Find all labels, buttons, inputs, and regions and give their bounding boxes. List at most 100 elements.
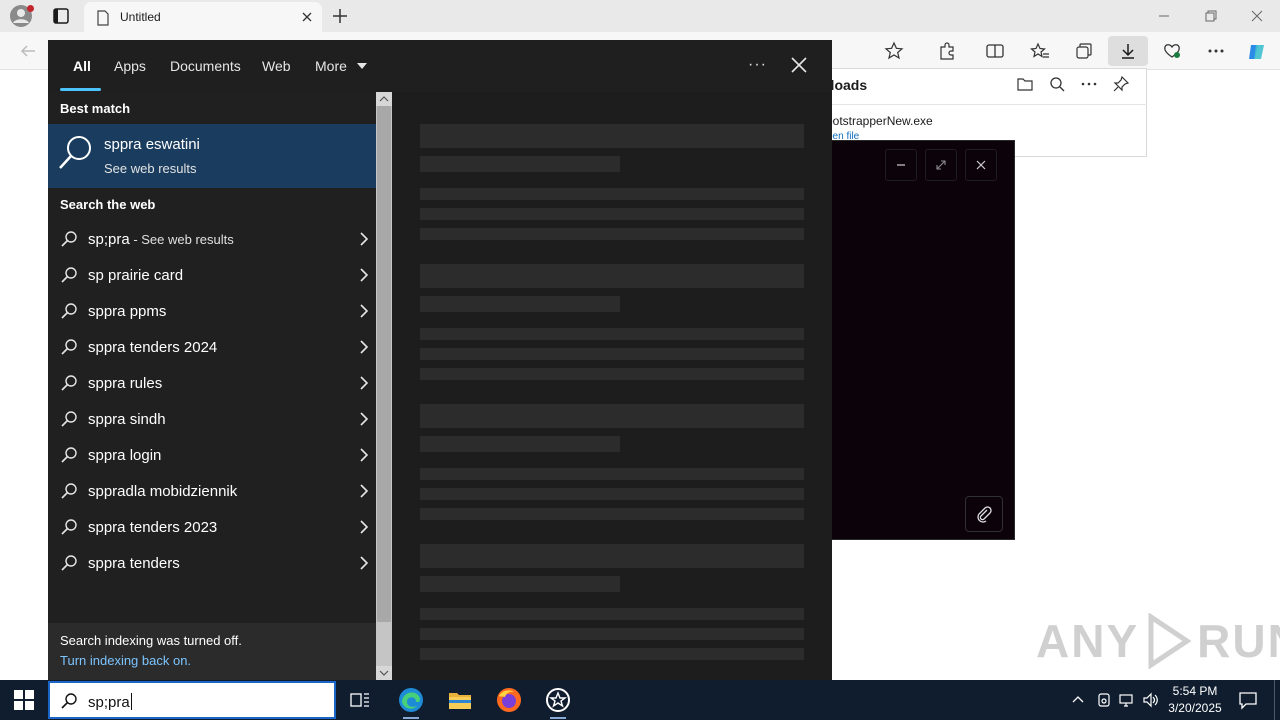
skeleton-line bbox=[420, 628, 804, 640]
volume-icon[interactable] bbox=[1142, 692, 1160, 708]
results-scrollbar[interactable] bbox=[376, 92, 392, 680]
web-suggestion-row[interactable]: sppra tenders bbox=[48, 545, 376, 581]
skeleton-line bbox=[420, 488, 804, 500]
chevron-right-icon[interactable] bbox=[359, 340, 369, 354]
skeleton-block bbox=[420, 124, 804, 148]
tab-documents[interactable]: Documents bbox=[170, 58, 241, 74]
tab-more-label: More bbox=[315, 58, 347, 74]
window-close-icon[interactable] bbox=[1249, 8, 1265, 24]
downloads-button[interactable] bbox=[1108, 36, 1148, 66]
web-suggestion-label: sppra tenders 2023 bbox=[88, 519, 218, 536]
turn-indexing-on-link[interactable]: Turn indexing back on. bbox=[60, 653, 191, 668]
chevron-right-icon[interactable] bbox=[359, 376, 369, 390]
restore-icon[interactable] bbox=[1203, 8, 1219, 24]
search-icon bbox=[60, 302, 78, 320]
web-suggestion-row[interactable]: sppra tenders 2024 bbox=[48, 329, 376, 365]
dark-app-window bbox=[832, 140, 1015, 540]
downloads-search-icon[interactable] bbox=[1048, 75, 1066, 93]
taskbar-search-box[interactable]: sp;pra bbox=[48, 681, 336, 719]
popup-expand-icon[interactable] bbox=[925, 149, 957, 181]
extensions-icon[interactable] bbox=[937, 41, 957, 61]
best-match-title: sppra eswatini bbox=[104, 136, 200, 153]
scroll-down-arrow-icon[interactable] bbox=[376, 666, 392, 680]
skeleton-line bbox=[420, 508, 804, 520]
preview-pane-loading bbox=[392, 92, 832, 680]
file-explorer-icon[interactable] bbox=[438, 680, 482, 720]
search-query-text: sp;pra bbox=[88, 694, 130, 711]
attachment-icon[interactable] bbox=[965, 496, 1003, 532]
scrollbar-thumb[interactable] bbox=[377, 106, 391, 622]
search-icon bbox=[60, 338, 78, 356]
system-clock[interactable]: 5:54 PM 3/20/2025 bbox=[1160, 683, 1230, 717]
network-icon[interactable] bbox=[1119, 692, 1135, 708]
best-match-item[interactable]: sppra eswatini See web results bbox=[48, 124, 376, 188]
tab-more[interactable]: More bbox=[315, 58, 367, 74]
firefox-icon[interactable] bbox=[487, 680, 531, 720]
tab-actions-icon[interactable] bbox=[48, 4, 74, 28]
chevron-right-icon[interactable] bbox=[359, 232, 369, 246]
show-desktop-button[interactable] bbox=[1274, 680, 1275, 720]
split-screen-icon[interactable] bbox=[985, 41, 1005, 61]
web-suggestion-label: sppra ppms bbox=[88, 303, 167, 320]
browser-essentials-icon[interactable] bbox=[1162, 41, 1182, 61]
downloads-more-icon[interactable] bbox=[1080, 75, 1098, 93]
skeleton-line bbox=[420, 468, 804, 480]
chevron-right-icon[interactable] bbox=[359, 304, 369, 318]
task-view-icon[interactable] bbox=[338, 680, 382, 720]
back-arrow-icon[interactable] bbox=[18, 41, 38, 61]
chevron-right-icon[interactable] bbox=[359, 268, 369, 282]
clock-time: 5:54 PM bbox=[1172, 684, 1218, 698]
favorite-star-icon[interactable] bbox=[884, 41, 904, 61]
web-suggestion-label: sp prairie card bbox=[88, 267, 184, 284]
search-options-icon[interactable]: ··· bbox=[748, 56, 767, 74]
download-icon bbox=[1122, 44, 1134, 59]
pin-icon[interactable] bbox=[1112, 75, 1130, 93]
chevron-right-icon[interactable] bbox=[359, 484, 369, 498]
anyrun-app-icon[interactable] bbox=[536, 680, 580, 720]
taskbar-search-input[interactable]: sp;pra bbox=[88, 693, 132, 711]
popup-minimize-icon[interactable] bbox=[885, 149, 917, 181]
device-tray-icon[interactable] bbox=[1096, 692, 1112, 708]
scroll-up-arrow-icon[interactable] bbox=[376, 92, 392, 106]
tab-close-icon[interactable] bbox=[300, 10, 314, 24]
settings-more-icon[interactable] bbox=[1206, 41, 1226, 61]
clock-date: 3/20/2025 bbox=[1168, 701, 1222, 715]
web-suggestion-row[interactable]: sppra ppms bbox=[48, 293, 376, 329]
windows-start-icon[interactable] bbox=[14, 690, 34, 710]
web-suggestion-label: sppradla mobidziennik bbox=[88, 483, 238, 500]
web-suggestion-row[interactable]: sppradla mobidziennik bbox=[48, 473, 376, 509]
search-close-icon[interactable] bbox=[790, 56, 808, 74]
best-match-subtitle: See web results bbox=[104, 161, 197, 176]
skeleton-line bbox=[420, 296, 620, 312]
collections-icon[interactable] bbox=[1074, 41, 1094, 61]
open-folder-icon[interactable] bbox=[1016, 75, 1034, 93]
copilot-icon[interactable] bbox=[1246, 41, 1266, 61]
tab-all[interactable]: All bbox=[73, 58, 91, 74]
minimize-icon[interactable] bbox=[1156, 8, 1172, 24]
web-suggestion-label: sppra tenders bbox=[88, 555, 180, 572]
chevron-right-icon[interactable] bbox=[359, 520, 369, 534]
new-tab-icon[interactable] bbox=[330, 6, 350, 26]
chevron-right-icon[interactable] bbox=[359, 448, 369, 462]
skeleton-line bbox=[420, 648, 804, 660]
profile-avatar[interactable] bbox=[8, 4, 36, 28]
page-icon bbox=[96, 10, 110, 26]
web-suggestion-row[interactable]: sppra login bbox=[48, 437, 376, 473]
tab-web[interactable]: Web bbox=[262, 58, 291, 74]
tab-apps[interactable]: Apps bbox=[114, 58, 146, 74]
web-suggestion-row[interactable]: sp;pra - See web results bbox=[48, 221, 376, 257]
notifications-icon[interactable] bbox=[1238, 690, 1258, 710]
browser-tab-active[interactable]: Untitled bbox=[84, 2, 322, 32]
web-suggestion-row[interactable]: sppra sindh bbox=[48, 401, 376, 437]
web-suggestion-row[interactable]: sp prairie card bbox=[48, 257, 376, 293]
search-icon bbox=[60, 266, 78, 284]
web-suggestion-row[interactable]: sppra tenders 2023 bbox=[48, 509, 376, 545]
chevron-right-icon[interactable] bbox=[359, 556, 369, 570]
show-hidden-icons-icon[interactable] bbox=[1071, 692, 1085, 706]
web-suggestion-label: sppra login bbox=[88, 447, 162, 464]
edge-browser-icon[interactable] bbox=[389, 680, 433, 720]
favorites-icon[interactable] bbox=[1030, 41, 1050, 61]
chevron-right-icon[interactable] bbox=[359, 412, 369, 426]
popup-close-icon[interactable] bbox=[965, 149, 997, 181]
web-suggestion-row[interactable]: sppra rules bbox=[48, 365, 376, 401]
